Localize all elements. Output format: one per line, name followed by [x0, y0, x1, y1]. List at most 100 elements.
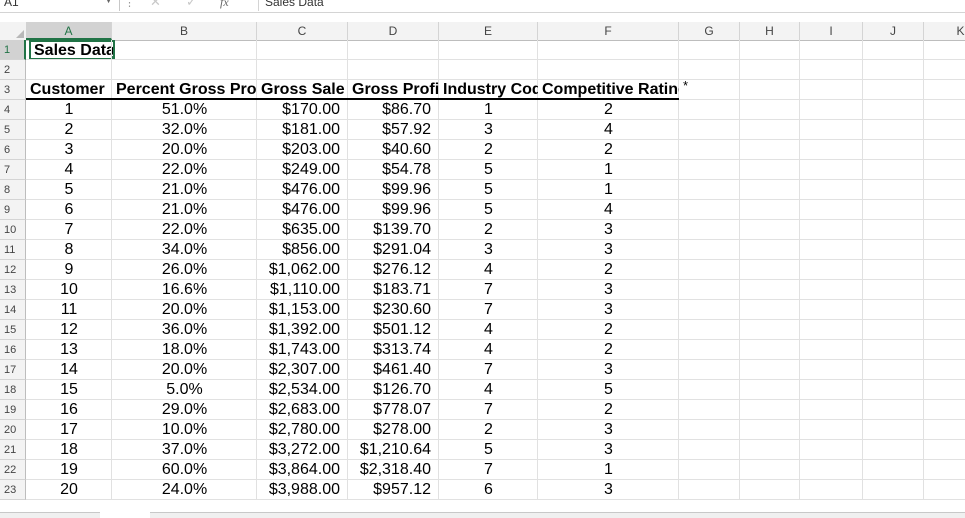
horizontal-scrollbar[interactable]: [150, 512, 965, 518]
data-cell[interactable]: $249.00: [257, 160, 348, 180]
column-header-b[interactable]: B: [112, 22, 257, 40]
column-header-a[interactable]: A: [26, 22, 112, 40]
data-cell[interactable]: 3: [538, 420, 679, 440]
data-cell[interactable]: 3: [538, 280, 679, 300]
data-cell[interactable]: 6: [439, 480, 538, 500]
data-cell[interactable]: $2,318.40: [348, 460, 439, 480]
data-cell[interactable]: $40.60: [348, 140, 439, 160]
more-icon[interactable]: ⋮: [124, 0, 135, 9]
row-header-5[interactable]: 5: [0, 120, 26, 140]
data-cell[interactable]: 3: [538, 440, 679, 460]
row-header-20[interactable]: 20: [0, 420, 26, 440]
data-cell[interactable]: 17: [26, 420, 112, 440]
data-cell[interactable]: 4: [439, 340, 538, 360]
data-cell[interactable]: 2: [538, 320, 679, 340]
data-cell[interactable]: $635.00: [257, 220, 348, 240]
data-cell[interactable]: 26.0%: [112, 260, 257, 280]
data-cell[interactable]: 7: [439, 300, 538, 320]
spreadsheet-grid[interactable]: ABCDEFGHIJK 1 2 3 4 5 6 7 8 9 10 11 12 13 14 15 16 17 18 1…: [0, 22, 965, 517]
data-cell[interactable]: 3: [538, 480, 679, 500]
data-cell[interactable]: 18: [26, 440, 112, 460]
column-header-c[interactable]: C: [257, 22, 348, 40]
data-cell[interactable]: 20: [26, 480, 112, 500]
row-header-12[interactable]: 12: [0, 260, 26, 280]
data-cell[interactable]: $957.12: [348, 480, 439, 500]
header-cell-c[interactable]: Gross Sale: [257, 80, 348, 100]
row-header-21[interactable]: 21: [0, 440, 26, 460]
data-cell[interactable]: 4: [26, 160, 112, 180]
data-cell[interactable]: $230.60: [348, 300, 439, 320]
data-cell[interactable]: 4: [439, 380, 538, 400]
data-cell[interactable]: $3,272.00: [257, 440, 348, 460]
column-header-k[interactable]: K: [924, 22, 965, 40]
data-cell[interactable]: 11: [26, 300, 112, 320]
check-icon[interactable]: ✓: [186, 0, 197, 10]
data-cell[interactable]: 3: [26, 140, 112, 160]
data-cell[interactable]: 18.0%: [112, 340, 257, 360]
data-cell[interactable]: 2: [439, 420, 538, 440]
row-header-2[interactable]: 2: [0, 60, 26, 80]
data-cell[interactable]: 3: [538, 220, 679, 240]
data-cell[interactable]: 5: [439, 440, 538, 460]
data-cell[interactable]: 7: [439, 280, 538, 300]
data-cell[interactable]: 5: [26, 180, 112, 200]
data-cell[interactable]: $276.12: [348, 260, 439, 280]
data-cell[interactable]: $1,062.00: [257, 260, 348, 280]
data-cell[interactable]: 2: [538, 100, 679, 120]
data-cell[interactable]: $183.71: [348, 280, 439, 300]
data-cell[interactable]: $778.07: [348, 400, 439, 420]
data-cell[interactable]: 16.6%: [112, 280, 257, 300]
row-header-15[interactable]: 15: [0, 320, 26, 340]
data-cell[interactable]: 2: [538, 140, 679, 160]
data-cell[interactable]: $1,392.00: [257, 320, 348, 340]
header-cell-f[interactable]: Competitive Rating: [538, 80, 679, 100]
data-cell[interactable]: 3: [439, 120, 538, 140]
data-cell[interactable]: 22.0%: [112, 160, 257, 180]
data-cell[interactable]: 3: [538, 300, 679, 320]
data-cell[interactable]: 6: [26, 200, 112, 220]
data-cell[interactable]: 14: [26, 360, 112, 380]
data-cell[interactable]: 37.0%: [112, 440, 257, 460]
header-cell-b[interactable]: Percent Gross Pro: [112, 80, 257, 100]
data-cell[interactable]: 20.0%: [112, 300, 257, 320]
data-cell[interactable]: 7: [439, 460, 538, 480]
header-cell-d[interactable]: Gross Profi: [348, 80, 439, 100]
data-cell[interactable]: $278.00: [348, 420, 439, 440]
chevron-down-icon[interactable]: ▼: [104, 0, 113, 5]
row-header-16[interactable]: 16: [0, 340, 26, 360]
data-cell[interactable]: 5: [538, 380, 679, 400]
data-cell[interactable]: 21.0%: [112, 180, 257, 200]
row-header-1[interactable]: 1: [0, 40, 26, 60]
data-cell[interactable]: 2: [538, 340, 679, 360]
data-cell[interactable]: $139.70: [348, 220, 439, 240]
column-header-j[interactable]: J: [863, 22, 924, 40]
row-header-6[interactable]: 6: [0, 140, 26, 160]
data-cell[interactable]: 5.0%: [112, 380, 257, 400]
data-cell[interactable]: 9: [26, 260, 112, 280]
column-header-d[interactable]: D: [348, 22, 439, 40]
data-cell[interactable]: 10: [26, 280, 112, 300]
data-cell[interactable]: $2,307.00: [257, 360, 348, 380]
data-cell[interactable]: $126.70: [348, 380, 439, 400]
data-cell[interactable]: $461.40: [348, 360, 439, 380]
data-cell[interactable]: $476.00: [257, 180, 348, 200]
column-header-h[interactable]: H: [740, 22, 800, 40]
data-cell[interactable]: 2: [439, 220, 538, 240]
row-header-22[interactable]: 22: [0, 460, 26, 480]
data-cell[interactable]: 20.0%: [112, 360, 257, 380]
data-cell[interactable]: 34.0%: [112, 240, 257, 260]
name-box[interactable]: A1 ▼: [0, 0, 120, 11]
data-cell[interactable]: $1,743.00: [257, 340, 348, 360]
row-header-23[interactable]: 23: [0, 480, 26, 500]
data-cell[interactable]: 1: [26, 100, 112, 120]
data-cell[interactable]: 20.0%: [112, 140, 257, 160]
data-cell[interactable]: 19: [26, 460, 112, 480]
data-cell[interactable]: 24.0%: [112, 480, 257, 500]
header-cell-a[interactable]: Customer: [26, 80, 112, 100]
data-cell[interactable]: 10.0%: [112, 420, 257, 440]
data-cell[interactable]: 1: [538, 460, 679, 480]
data-cell[interactable]: 2: [538, 260, 679, 280]
data-cell[interactable]: 2: [26, 120, 112, 140]
data-cell[interactable]: 8: [26, 240, 112, 260]
header-cell-e[interactable]: Industry Cod: [439, 80, 538, 100]
